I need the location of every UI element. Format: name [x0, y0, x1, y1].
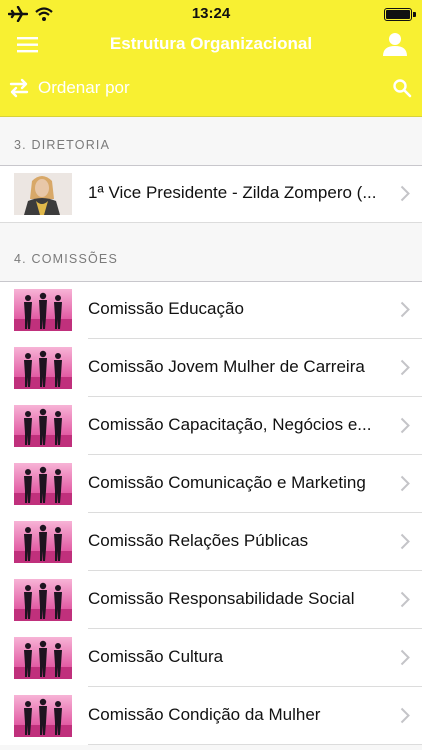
chevron-right-icon	[400, 649, 410, 666]
committee-thumbnail	[14, 463, 72, 505]
list-item[interactable]: Comissão Relações Públicas	[0, 513, 422, 571]
divider	[0, 222, 422, 223]
chevron-right-icon	[400, 707, 410, 724]
list-item[interactable]: 1ª Vice Presidente - Zilda Zompero (...	[0, 165, 422, 223]
chevron-right-icon	[400, 359, 410, 376]
committee-thumbnail	[14, 579, 72, 621]
chevron-right-icon	[400, 417, 410, 434]
list-item-label: Comissão Responsabilidade Social	[88, 589, 355, 608]
divider	[0, 165, 422, 166]
status-time: 13:24	[191, 5, 231, 22]
list-item-label: Comissão Relações Públicas	[88, 531, 309, 550]
sort-toolbar: Ordenar por	[0, 64, 422, 117]
sort-button[interactable]: Ordenar por	[8, 78, 130, 98]
organization-list: 3. DIRETORIA 1ª Vice Presidente - Zilda …	[0, 117, 422, 750]
user-icon[interactable]	[382, 31, 408, 57]
chevron-right-icon	[400, 185, 410, 202]
list-item[interactable]: Comissão Cultura	[0, 629, 422, 687]
search-icon[interactable]	[392, 78, 412, 98]
navigation-bar: Estrutura Organizacional	[0, 30, 422, 64]
divider	[88, 744, 422, 745]
list-item[interactable]: Comissão Educação	[0, 281, 422, 339]
committee-thumbnail	[14, 289, 72, 331]
chevron-right-icon	[400, 591, 410, 608]
list-item-label: Comissão Condição da Mulher	[88, 705, 321, 724]
committee-thumbnail	[14, 347, 72, 389]
committee-thumbnail	[14, 521, 72, 563]
list-item[interactable]: Comissão Responsabilidade Social	[0, 571, 422, 629]
portrait-thumbnail	[14, 173, 72, 215]
list-item-label: Comissão Capacitação, Negócios e...	[88, 415, 372, 434]
list-item[interactable]: Comissão Jovem Mulher de Carreira	[0, 339, 422, 397]
section-header-diretoria: 3. DIRETORIA	[14, 138, 111, 152]
committee-thumbnail	[14, 637, 72, 679]
swap-arrows-icon	[9, 78, 29, 98]
chevron-right-icon	[400, 475, 410, 492]
battery-tip	[413, 12, 416, 17]
list-item-label: 1ª Vice Presidente - Zilda Zompero (...	[88, 183, 377, 202]
section-header-comissoes: 4. COMISSÕES	[14, 252, 119, 266]
divider	[0, 281, 422, 282]
list-item[interactable]: Comissão Capacitação, Negócios e...	[0, 397, 422, 455]
list-item-label: Comissão Educação	[88, 299, 244, 318]
list-item-label: Comissão Comunicação e Marketing	[88, 473, 366, 492]
committee-thumbnail	[14, 405, 72, 447]
battery-icon	[384, 8, 412, 21]
list-item[interactable]: Comissão Condição da Mulher	[0, 687, 422, 745]
hamburger-menu-icon[interactable]	[16, 34, 40, 56]
status-bar: 13:24	[0, 0, 422, 30]
chevron-right-icon	[400, 301, 410, 318]
list-item[interactable]: Comissão Comunicação e Marketing	[0, 455, 422, 513]
sort-label: Ordenar por	[38, 78, 130, 97]
committee-thumbnail	[14, 695, 72, 737]
list-item-label: Comissão Jovem Mulher de Carreira	[88, 357, 365, 376]
page-title: Estrutura Organizacional	[109, 34, 313, 53]
chevron-right-icon	[400, 533, 410, 550]
list-item-label: Comissão Cultura	[88, 647, 224, 666]
